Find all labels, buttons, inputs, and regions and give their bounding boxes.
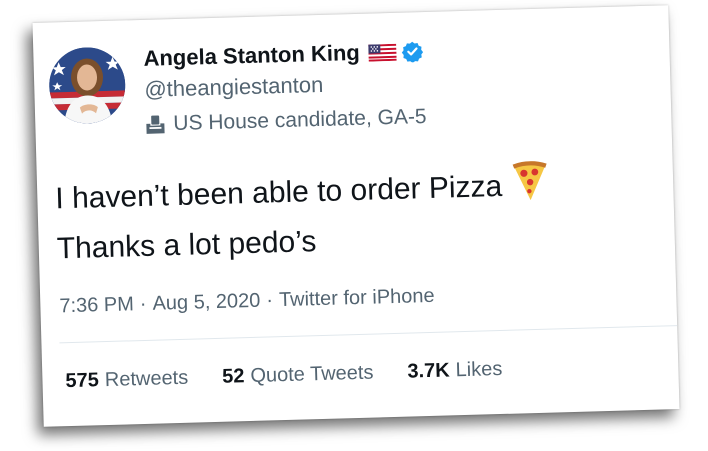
account-label-text: US House candidate, GA-5 <box>173 104 427 136</box>
quote-tweets-label: Quote Tweets <box>250 361 374 388</box>
meta-separator: · <box>266 289 274 312</box>
tweet-stats: 575 Retweets 52 Quote Tweets 3.7K Likes <box>65 357 536 393</box>
likes-label: Likes <box>455 357 503 382</box>
retweets-stat[interactable]: 575 Retweets <box>65 367 188 393</box>
meta-separator: · <box>139 292 147 316</box>
verified-badge-icon <box>401 40 424 63</box>
retweets-label: Retweets <box>104 366 189 392</box>
author-name-row: Angela Stanton King <box>143 38 424 72</box>
tweet-card: Angela Stanton King @theangiestanton US … <box>32 5 680 427</box>
likes-stat[interactable]: 3.7K Likes <box>407 358 503 384</box>
pizza-emoji-icon <box>511 161 548 202</box>
avatar-image <box>48 46 127 125</box>
tweet-date[interactable]: Aug 5, 2020 <box>152 290 260 315</box>
account-label: US House candidate, GA-5 <box>145 105 427 137</box>
us-flag-icon <box>368 43 397 62</box>
tweet-text-line-1-content: I haven’t been able to order Pizza <box>54 169 503 216</box>
author-handle[interactable]: @theangiestanton <box>144 72 324 103</box>
tweet-meta: 7:36 PM · Aug 5, 2020 · Twitter for iPhone <box>59 285 435 318</box>
stats-divider <box>59 325 678 344</box>
likes-count: 3.7K <box>407 359 450 383</box>
tweet-time[interactable]: 7:36 PM <box>59 293 134 317</box>
quote-tweets-count: 52 <box>221 365 245 388</box>
quote-tweets-stat[interactable]: 52 Quote Tweets <box>222 362 374 389</box>
ballot-box-icon <box>145 114 166 135</box>
author-display-name[interactable]: Angela Stanton King <box>143 40 360 72</box>
screenshot-stage: Angela Stanton King @theangiestanton US … <box>0 0 708 451</box>
profile-avatar[interactable] <box>48 46 127 125</box>
retweets-count: 575 <box>65 369 100 393</box>
tweet-source[interactable]: Twitter for iPhone <box>279 285 435 311</box>
tweet-text: I haven’t been able to order Pizza Thank… <box>55 161 551 275</box>
